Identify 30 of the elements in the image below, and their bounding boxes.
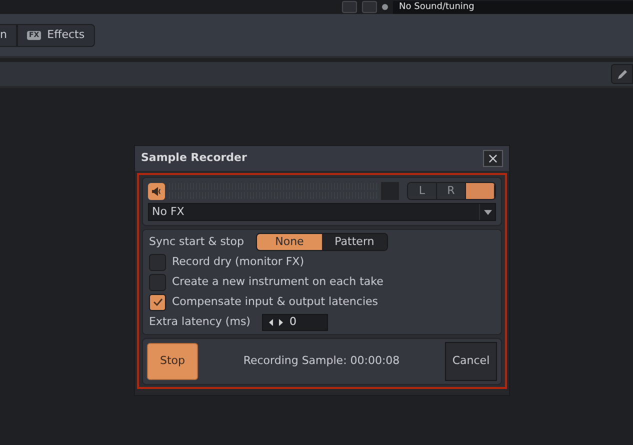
checkbox[interactable] [149, 254, 166, 270]
sync-option[interactable]: None [256, 234, 322, 250]
dialog-title: Sample Recorder [141, 150, 247, 166]
option-label: Compensate input & output latencies [172, 294, 378, 310]
recording-status: Recording Sample: 00:00:08 [243, 353, 400, 370]
fx-dropdown[interactable]: No FX [148, 203, 496, 221]
speaker-icon [151, 186, 162, 196]
edit-button[interactable] [611, 64, 633, 84]
checkbox[interactable] [149, 294, 166, 310]
channel-button[interactable]: L [408, 183, 437, 199]
sync-option[interactable]: Pattern [322, 234, 387, 250]
caret-icon [484, 210, 492, 214]
latency-spinner[interactable]: 0 [262, 314, 328, 330]
sync-label: Sync start & stop [149, 234, 244, 250]
latency-value: 0 [289, 314, 296, 330]
latency-label: Extra latency (ms) [149, 314, 250, 330]
option-label: Record dry (monitor FX) [172, 254, 304, 270]
channel-button[interactable]: R [437, 183, 466, 199]
cancel-button[interactable]: Cancel [445, 342, 497, 381]
pencil-icon [616, 68, 628, 80]
toolbar-tab[interactable]: n [0, 24, 17, 46]
checkbox[interactable] [149, 274, 166, 290]
arrows-icon [269, 318, 284, 326]
monitor-button[interactable] [148, 182, 165, 200]
stop-button[interactable]: Stop [147, 343, 198, 380]
close-button[interactable]: × [483, 150, 503, 167]
top-input-field[interactable]: No Sound/tuning [393, 0, 633, 14]
checkmark-icon [152, 298, 162, 306]
status-dot-icon [382, 4, 388, 10]
option-label: Create a new instrument on each take [172, 274, 384, 290]
